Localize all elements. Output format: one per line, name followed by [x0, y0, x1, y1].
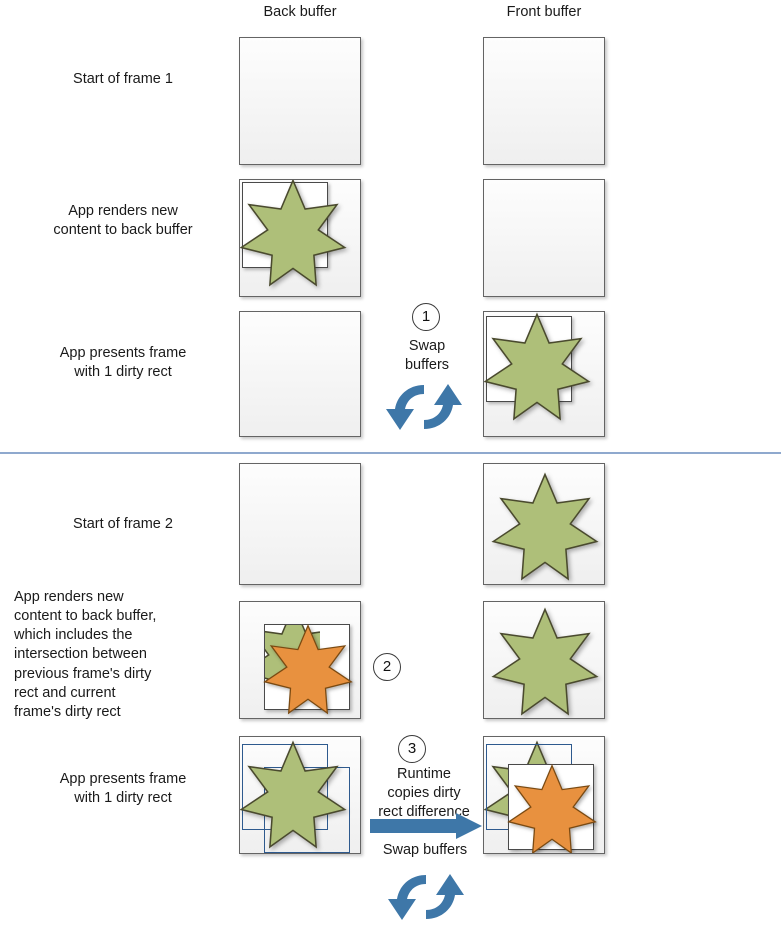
green-star-shape [484, 312, 592, 421]
front-buffer-frame1-start [483, 37, 605, 165]
back-buffer-frame1-start [239, 37, 361, 165]
orange-star-shape [262, 622, 354, 715]
back-buffer-frame2-render [239, 601, 361, 719]
section-divider [0, 452, 781, 454]
step-caption-swap-buffers-1: Swap buffers [404, 338, 450, 373]
front-buffer-frame2-start [483, 463, 605, 585]
front-buffer-frame1-render [483, 179, 605, 297]
green-star-shape [240, 180, 348, 287]
row-label-start-of-frame-1: Start of frame 1 [73, 71, 173, 87]
step-badge-1: 1 [412, 303, 440, 331]
column-header-front-buffer: Front buffer [506, 4, 582, 20]
step-badge-2: 2 [373, 653, 401, 681]
front-buffer-frame2-present [483, 736, 605, 854]
step-badge-3: 3 [398, 735, 426, 763]
front-buffer-frame2-render [483, 601, 605, 719]
swap-buffers-icon [384, 376, 464, 438]
back-buffer-frame2-present [239, 736, 361, 854]
copy-arrow-icon [370, 813, 482, 839]
back-buffer-frame1-render [239, 179, 361, 297]
row-label-start-of-frame-2: Start of frame 2 [73, 516, 173, 532]
column-header-back-buffer: Back buffer [263, 4, 337, 20]
step-caption-swap-buffers-3: Swap buffers [382, 842, 468, 858]
back-buffer-frame2-start [239, 463, 361, 585]
row-label-app-renders-frame2: App renders new content to back buffer, … [14, 589, 157, 720]
green-star-shape [240, 738, 348, 849]
front-buffer-frame1-present [483, 311, 605, 437]
green-star-shape [490, 605, 600, 716]
swap-buffers-icon [386, 866, 466, 928]
green-star-shape [490, 470, 600, 581]
row-label-app-presents-frame1: App presents frame with 1 dirty rect [59, 345, 187, 381]
row-label-app-renders-frame1: App renders new content to back buffer [53, 203, 193, 239]
back-buffer-frame1-present [239, 311, 361, 437]
row-label-app-presents-frame2: App presents frame with 1 dirty rect [59, 771, 187, 807]
orange-star-shape [506, 762, 598, 853]
